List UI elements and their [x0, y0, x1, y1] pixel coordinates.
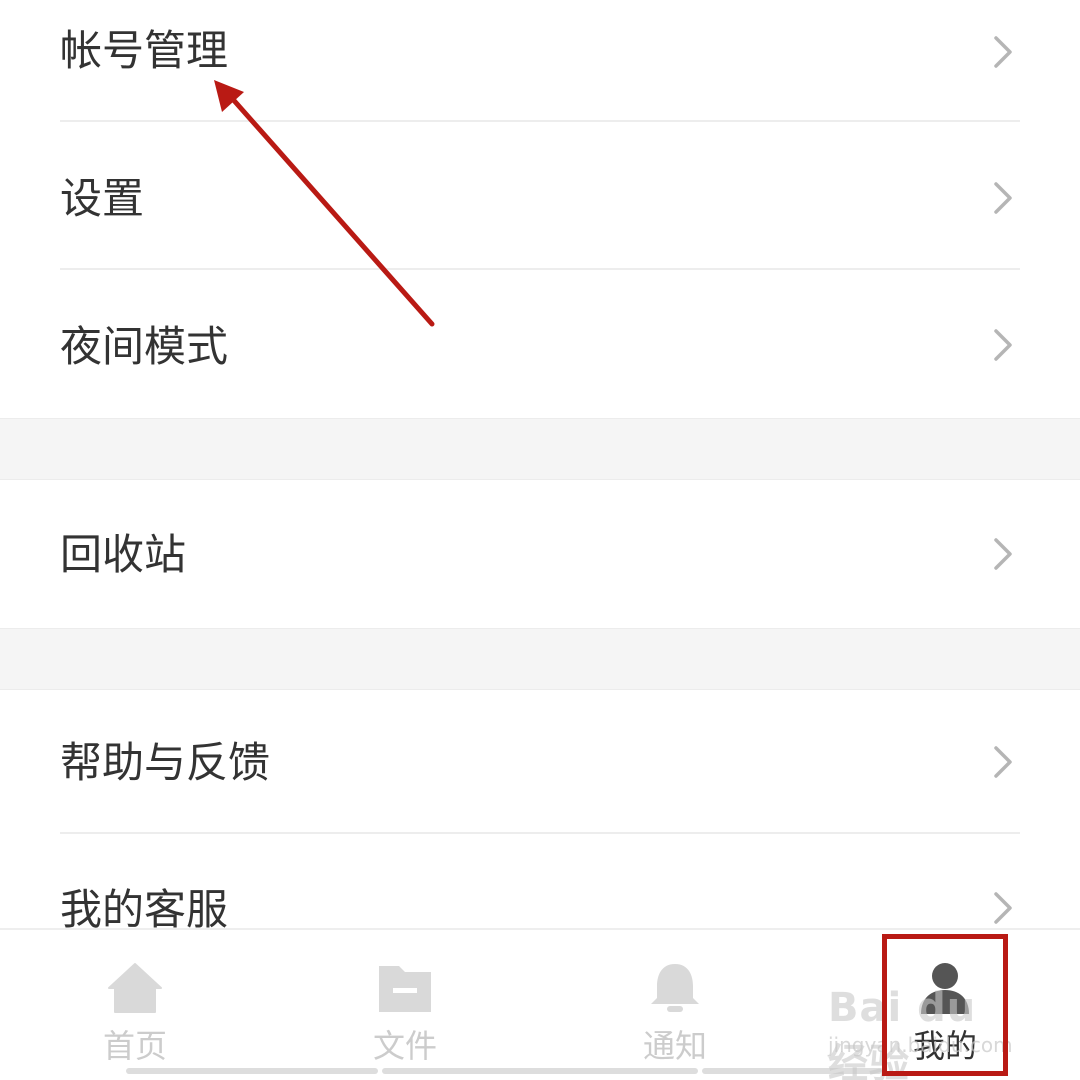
tab-label: 文件	[372, 1027, 437, 1065]
chevron-right-icon	[994, 892, 1012, 924]
chevron-right-icon	[994, 538, 1012, 570]
menu-item-help-feedback[interactable]: 帮助与反馈	[0, 690, 1080, 832]
menu-item-recycle-bin[interactable]: 回收站	[0, 480, 1080, 628]
home-icon	[108, 963, 162, 1013]
tab-me[interactable]: 我的	[810, 930, 1080, 1080]
chevron-right-icon	[994, 329, 1012, 361]
bottom-tab-bar: 首页 文件 通知 我的	[0, 928, 1080, 1080]
folder-icon	[379, 966, 431, 1012]
tab-label: 我的	[912, 1027, 977, 1065]
menu-item-label: 设置	[60, 174, 145, 223]
menu-item-label: 我的客服	[60, 885, 229, 934]
menu-item-settings[interactable]: 设置	[0, 122, 1080, 268]
tab-label: 首页	[102, 1027, 167, 1065]
tab-files[interactable]: 文件	[270, 930, 540, 1080]
menu-item-label: 帐号管理	[60, 26, 229, 75]
menu-item-label: 夜间模式	[60, 322, 229, 371]
tab-label: 通知	[642, 1027, 707, 1065]
chevron-right-icon	[994, 182, 1012, 214]
chevron-right-icon	[994, 746, 1012, 778]
section-gap	[0, 418, 1080, 480]
home-indicator	[382, 1068, 698, 1074]
chevron-right-icon	[994, 36, 1012, 68]
home-indicator	[126, 1068, 378, 1074]
home-indicator	[702, 1068, 882, 1074]
menu-item-label: 回收站	[60, 530, 187, 579]
section-gap	[0, 628, 1080, 690]
menu-item-label: 帮助与反馈	[60, 738, 271, 787]
user-icon	[921, 963, 969, 1014]
menu-item-account-management[interactable]: 帐号管理	[0, 0, 1080, 120]
tab-notifications[interactable]: 通知	[540, 930, 810, 1080]
menu-item-my-customer-service[interactable]: 我的客服	[0, 834, 1080, 934]
menu-item-night-mode[interactable]: 夜间模式	[0, 270, 1080, 418]
tab-home[interactable]: 首页	[0, 930, 270, 1080]
bell-icon	[651, 964, 699, 1012]
